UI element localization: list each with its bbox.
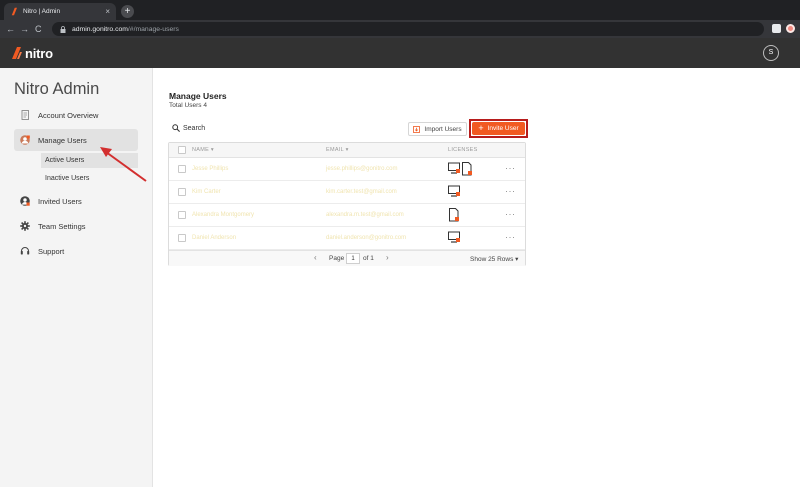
sidebar-item-label: Manage Users (38, 135, 87, 145)
import-icon (413, 125, 421, 133)
row-actions-menu[interactable]: ··· (505, 186, 516, 196)
back-button[interactable]: ← (6, 22, 15, 36)
users-icon (20, 135, 30, 145)
browser-tab-strip: Nitro | Admin × + (0, 0, 800, 20)
row-actions-menu[interactable]: ··· (505, 209, 516, 219)
sidebar-item-label: Support (38, 246, 65, 256)
plus-icon: + (478, 123, 484, 133)
document-license-icon (462, 162, 472, 176)
invite-user-label: Invite User (487, 125, 519, 132)
sidebar-subitem-active-users[interactable]: Active Users (41, 153, 138, 168)
column-header-licenses: LICENSES (448, 147, 478, 153)
next-page-button[interactable]: › (386, 253, 389, 262)
search-control[interactable]: Search (172, 124, 205, 132)
sidebar-item-manage-users[interactable]: Manage Users (14, 129, 138, 151)
import-users-label: Import Users (424, 125, 462, 133)
browser-tab[interactable]: Nitro | Admin × (4, 3, 116, 20)
page-label: Page (329, 255, 345, 262)
search-label: Search (183, 124, 206, 132)
headset-icon (20, 247, 30, 255)
invite-user-button[interactable]: + Invite User (472, 122, 525, 135)
page-total: of 1 (363, 255, 374, 262)
desktop-license-icon (448, 185, 460, 197)
user-avatar[interactable]: S (763, 45, 779, 61)
nitro-logo[interactable]: nitro (11, 46, 53, 61)
license-icons (448, 185, 460, 197)
browser-address-bar: ← → C admin.gonitro.com/#/manage-users (0, 20, 800, 38)
search-icon (172, 124, 180, 132)
page-title: Manage Users (169, 91, 227, 101)
license-icons (449, 208, 459, 222)
sidebar-title: Nitro Admin (14, 80, 100, 98)
document-license-icon (449, 208, 459, 222)
lock-icon (60, 25, 66, 33)
column-header-name[interactable]: NAME ▾ (192, 147, 214, 153)
url-text: admin.gonitro.com/#/manage-users (72, 26, 179, 33)
sidebar-item-invited-users[interactable]: Invited Users (14, 190, 138, 212)
document-icon (21, 110, 29, 120)
table-row[interactable]: Kim Carter kim.carter.test@gmail.com ··· (169, 181, 525, 204)
gear-icon (20, 221, 30, 231)
column-header-email[interactable]: EMAIL ▾ (326, 147, 349, 153)
table-row[interactable]: Jesse Phillips jesse.phillips@gonitro.co… (169, 158, 525, 181)
user-email: daniel.anderson@gonitro.com (326, 235, 407, 241)
app-header: nitro S (0, 38, 800, 68)
row-checkbox[interactable] (178, 165, 186, 173)
sidebar-item-label: Team Settings (38, 221, 86, 231)
user-email: alexandra.m.test@gmail.com (326, 212, 404, 218)
user-email: kim.carter.test@gmail.com (326, 189, 397, 195)
user-email: jesse.phillips@gonitro.com (326, 166, 398, 172)
rows-per-page-select[interactable]: Show 25 Rows ▾ (470, 255, 518, 263)
table-row[interactable]: Daniel Anderson daniel.anderson@gonitro.… (169, 227, 525, 250)
select-all-checkbox[interactable] (178, 146, 186, 154)
reload-button[interactable]: C (35, 22, 42, 36)
sidebar-item-account-overview[interactable]: Account Overview (14, 104, 138, 126)
logo-wordmark: nitro (25, 46, 53, 61)
import-users-button[interactable]: Import Users (408, 122, 467, 136)
url-path: /#/manage-users (127, 25, 179, 33)
table-pagination: ‹ Page 1 of 1 › Show 25 Rows ▾ (169, 250, 525, 266)
nitro-flame-icon (12, 47, 22, 59)
sidebar-subitem-inactive-users[interactable]: Inactive Users (41, 171, 138, 186)
row-actions-menu[interactable]: ··· (505, 163, 516, 173)
row-checkbox[interactable] (178, 211, 186, 219)
user-name: Kim Carter (192, 189, 221, 195)
row-checkbox[interactable] (178, 234, 186, 242)
user-name: Jesse Phillips (192, 166, 229, 172)
sidebar-item-support[interactable]: Support (14, 240, 138, 262)
row-actions-menu[interactable]: ··· (505, 232, 516, 242)
profile-extension-icon[interactable] (772, 24, 781, 33)
tab-close-icon[interactable]: × (105, 7, 110, 16)
table-row[interactable]: Alexandra Montgomery alexandra.m.test@gm… (169, 204, 525, 227)
sidebar-item-label: Account Overview (38, 110, 99, 120)
total-users-count: Total Users 4 (169, 102, 207, 109)
url-field[interactable]: admin.gonitro.com/#/manage-users (52, 22, 764, 36)
prev-page-button[interactable]: ‹ (314, 253, 317, 262)
desktop-license-icon (448, 162, 460, 174)
url-host: admin.gonitro.com (72, 25, 128, 33)
desktop-license-icon (448, 231, 460, 243)
forward-button[interactable]: → (20, 22, 29, 36)
record-extension-icon[interactable] (786, 24, 795, 33)
browser-tab-title: Nitro | Admin (23, 8, 61, 15)
user-name: Daniel Anderson (192, 235, 237, 241)
user-name: Alexandra Montgomery (192, 212, 255, 218)
sidebar: Nitro Admin Account Overview Manage User… (0, 68, 153, 487)
new-tab-button[interactable]: + (121, 5, 134, 18)
invited-user-icon (20, 196, 30, 206)
license-icons (448, 162, 472, 176)
sidebar-item-label: Invited Users (38, 196, 82, 206)
nitro-favicon-icon (11, 7, 17, 16)
page-number-input[interactable]: 1 (346, 253, 360, 264)
users-table: NAME ▾ EMAIL ▾ LICENSES Jesse Phillips j… (168, 142, 526, 266)
sidebar-item-team-settings[interactable]: Team Settings (14, 215, 138, 237)
license-icons (448, 231, 460, 243)
table-header: NAME ▾ EMAIL ▾ LICENSES (169, 143, 525, 158)
row-checkbox[interactable] (178, 188, 186, 196)
